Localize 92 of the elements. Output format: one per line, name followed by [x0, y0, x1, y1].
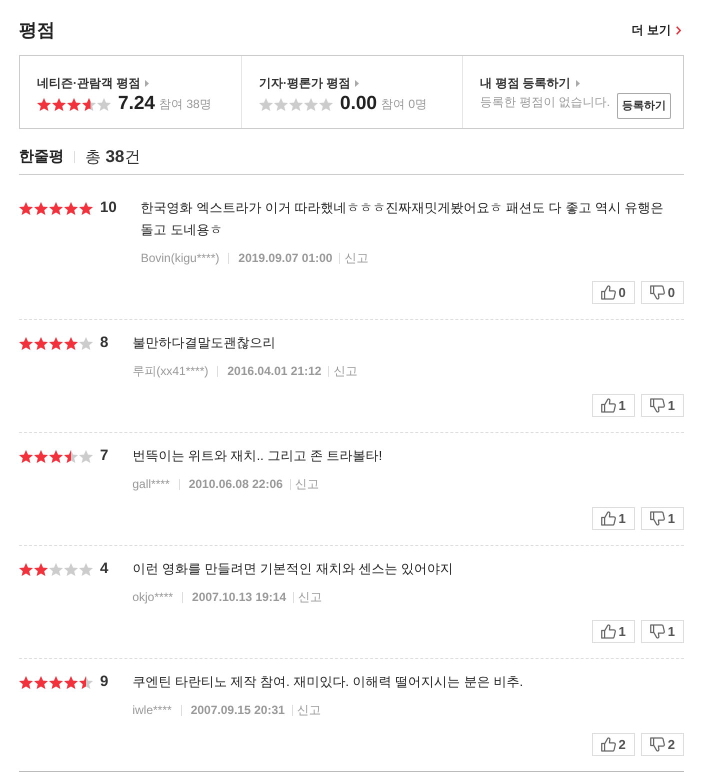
- more-link[interactable]: 더 보기: [632, 22, 681, 38]
- review-score: 7: [100, 447, 108, 465]
- participant-count: 참여 0명: [380, 96, 427, 112]
- star-icon: [64, 676, 78, 688]
- review-text: 번뜩이는 위트와 재치.. 그리고 존 트라볼타!: [132, 447, 384, 465]
- caret-icon: [145, 80, 150, 86]
- review-author: 루피(xx41****): [132, 363, 208, 380]
- star-icon: [34, 202, 48, 214]
- review-author: gall****: [132, 476, 170, 493]
- review-score: 9: [100, 673, 108, 691]
- thumb-down-icon: [650, 737, 665, 752]
- star-icon: [82, 98, 96, 110]
- review-date: 2019.09.07 01:00: [238, 250, 332, 267]
- like-button[interactable]: 1: [592, 620, 635, 643]
- caret-icon: [576, 80, 580, 86]
- star-icon: [19, 676, 33, 688]
- star-icon: [79, 562, 93, 576]
- thumb-up-icon: [600, 624, 616, 639]
- thumb-down-icon: [650, 285, 665, 300]
- star-icon: [34, 336, 48, 350]
- review-author: okjo****: [132, 589, 174, 606]
- dislike-button[interactable]: 2: [640, 733, 684, 756]
- star-icon: [274, 98, 288, 110]
- rating-link[interactable]: 네티즌·관람객 평점: [37, 75, 150, 91]
- review-date: 2016.04.01 21:12: [227, 363, 322, 380]
- thumb-up-icon: [600, 737, 616, 752]
- thumb-up-icon: [600, 285, 616, 300]
- star-icon: [34, 450, 48, 462]
- thumb-down-icon: [650, 398, 665, 413]
- star-icon: [289, 98, 303, 110]
- dislike-button[interactable]: 1: [640, 394, 684, 417]
- review-date: 2007.09.15 20:31: [190, 702, 285, 719]
- star-icon: [49, 450, 63, 462]
- star-icon: [64, 562, 78, 576]
- review-date: 2010.06.08 22:06: [188, 476, 283, 493]
- thumb-up-icon: [600, 511, 616, 526]
- dislike-button[interactable]: 1: [640, 507, 684, 530]
- review-text: 이런 영화를 만들려면 기본적인 재치와 센스는 있어야지: [132, 560, 454, 578]
- like-button[interactable]: 2: [592, 733, 635, 756]
- chevron-icon: [676, 26, 681, 34]
- star-icon: [64, 202, 78, 214]
- star-icon: [79, 676, 93, 688]
- star-icon: [49, 676, 63, 688]
- thumb-down-icon: [650, 511, 665, 526]
- thumb-up-icon: [600, 398, 616, 413]
- like-button[interactable]: 0: [592, 281, 635, 304]
- participant-count: 참여 38명: [158, 96, 212, 112]
- star-icon: [49, 202, 63, 214]
- star-icon: [19, 202, 33, 214]
- star-icon: [52, 98, 66, 110]
- like-button[interactable]: 1: [592, 394, 635, 417]
- review-text: 불만하다결말도괜찮으리: [132, 334, 276, 352]
- star-icon: [37, 98, 51, 110]
- star-icon: [49, 336, 63, 350]
- average-score: 7.24: [118, 94, 155, 114]
- star-icon: [19, 336, 33, 350]
- star-icon: [304, 98, 318, 110]
- star-icon: [34, 562, 48, 576]
- star-icon: [79, 202, 93, 214]
- star-icon: [19, 450, 33, 462]
- review-text: 쿠엔틴 타란티노 제작 참여. 재미있다. 이해력 떨어지시는 분은 비추.: [132, 673, 524, 691]
- star-icon: [67, 98, 81, 110]
- section-title: 평점: [19, 19, 55, 42]
- average-score: 0.00: [340, 94, 377, 114]
- star-icon: [79, 450, 93, 462]
- review-author: iwle****: [132, 702, 172, 719]
- review-score: 8: [100, 334, 108, 352]
- caret-icon: [355, 80, 360, 86]
- empty-rating-message: 등록한 평점이 없습니다.: [480, 94, 610, 111]
- review-score: 4: [100, 560, 108, 578]
- star-icon: [64, 336, 78, 350]
- star-icon: [34, 676, 48, 688]
- star-icon: [79, 336, 93, 350]
- comments-total: 총 38건: [85, 146, 140, 168]
- register-rating-link[interactable]: 내 평점 등록하기: [480, 75, 580, 91]
- thumb-down-icon: [650, 624, 665, 639]
- register-button[interactable]: 등록하기: [617, 93, 671, 119]
- star-icon: [19, 562, 33, 576]
- review-author: Bovin(kigu****): [140, 250, 220, 267]
- star-icon: [319, 98, 333, 110]
- review-date: 2007.10.13 19:14: [192, 589, 286, 606]
- star-icon: [49, 562, 63, 576]
- star-icon: [97, 98, 111, 110]
- dislike-button[interactable]: 0: [640, 281, 684, 304]
- star-icon: [64, 450, 78, 462]
- comments-title: 한줄평: [19, 147, 64, 167]
- dislike-button[interactable]: 1: [640, 620, 684, 643]
- star-icon: [259, 98, 273, 110]
- review-score: 10: [100, 199, 117, 217]
- like-button[interactable]: 1: [592, 507, 635, 530]
- review-text: 한국영화 엑스트라가 이거 따라했네ㅎㅎㅎ진짜재밋게봤어요ㅎ 패션도 다 좋고 역시 유행은 돌고 도네용ㅎ: [140, 199, 665, 239]
- rating-link[interactable]: 기자·평론가 평점: [259, 75, 360, 91]
